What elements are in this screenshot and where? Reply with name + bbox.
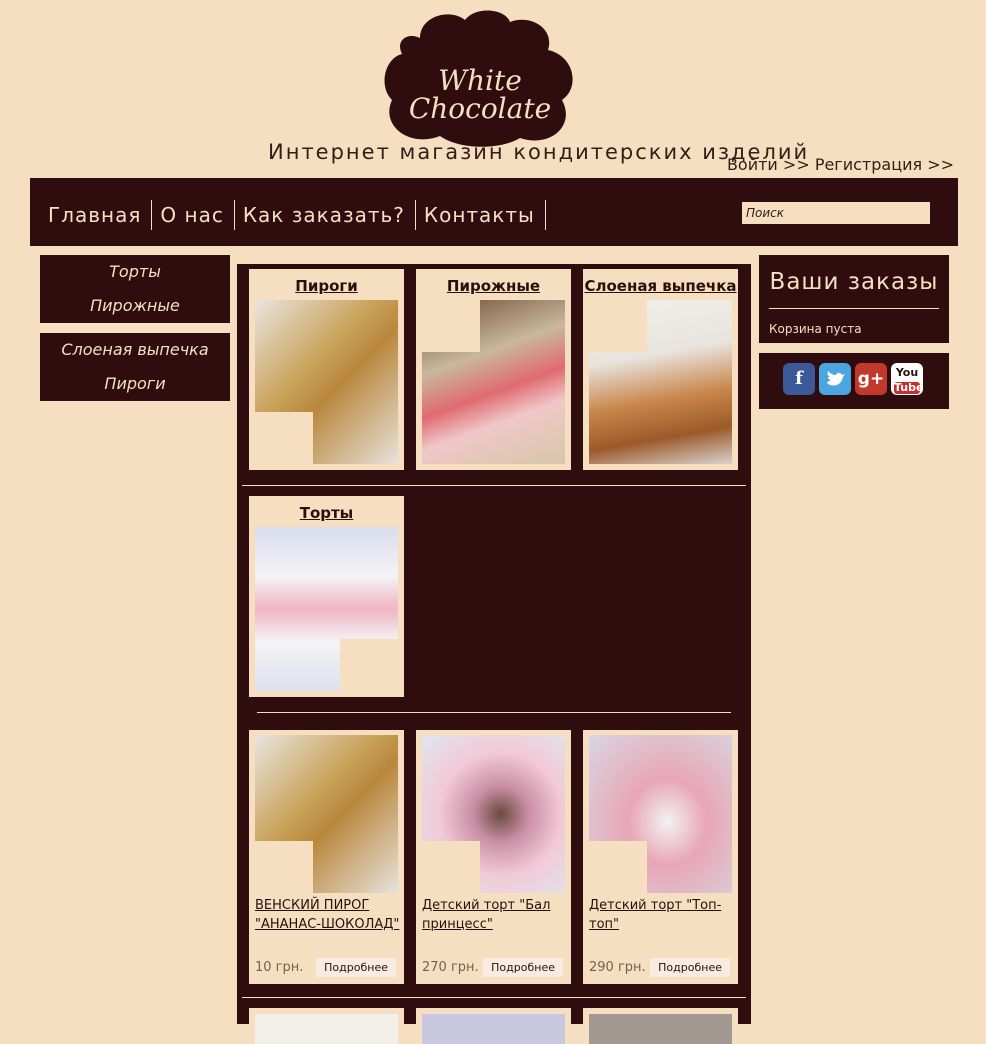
product-image[interactable]	[255, 735, 398, 893]
main-nav: Главная О нас Как заказать? Контакты	[30, 178, 958, 246]
watermark-logo-icon	[422, 300, 480, 352]
facebook-icon[interactable]: f	[783, 363, 815, 395]
divider	[769, 308, 939, 309]
category-title[interactable]: Пирожные	[416, 277, 571, 297]
search-input[interactable]	[742, 202, 930, 224]
product-name[interactable]: Детский торт "Бал принцесс"	[422, 896, 567, 934]
product-card: Детский торт "Топ-топ" 290 грн. Подробне…	[583, 730, 738, 984]
category-title[interactable]: Слоеная выпечка	[583, 277, 738, 297]
details-button[interactable]: Подробнее	[483, 958, 563, 977]
watermark-logo-icon	[589, 300, 647, 352]
product-card	[416, 1008, 571, 1044]
product-price: 10 грн.	[255, 960, 304, 975]
divider	[257, 712, 731, 713]
product-card	[583, 1008, 738, 1044]
youtube-icon-label-bottom: Tube	[894, 381, 924, 394]
auth-links: Войти >> Регистрация >>	[727, 155, 954, 174]
watermark-logo-icon	[255, 412, 313, 464]
watermark-logo-icon	[340, 639, 398, 691]
sidebar-group-2: Слоеная выпечка Пироги	[40, 333, 230, 401]
product-image[interactable]	[589, 735, 732, 893]
product-name[interactable]: ВЕНСКИЙ ПИРОГ "АНАНАС-ШОКОЛАД"	[255, 896, 400, 934]
product-image[interactable]	[255, 1014, 398, 1044]
login-link[interactable]: Войти >>	[727, 155, 810, 174]
divider	[242, 485, 746, 486]
product-price: 270 грн.	[422, 960, 479, 975]
register-link[interactable]: Регистрация >>	[815, 155, 954, 174]
orders-title: Ваши заказы	[769, 269, 939, 295]
youtube-icon[interactable]: You Tube	[891, 363, 923, 395]
logo-cloud-icon: White Chocolate	[384, 10, 573, 147]
cart-status: Корзина пуста	[769, 322, 862, 336]
sidebar-item-cakes[interactable]: Торты	[40, 255, 230, 289]
category-card-cakes[interactable]: Торты	[249, 496, 404, 697]
product-image[interactable]	[589, 1014, 732, 1044]
google-plus-icon[interactable]: g+	[855, 363, 887, 395]
logo[interactable]: White Chocolate	[380, 8, 580, 148]
details-button[interactable]: Подробнее	[316, 958, 396, 977]
sidebar-item-puff-pastry[interactable]: Слоеная выпечка	[40, 333, 230, 367]
social-panel: f g+ You Tube	[759, 353, 949, 409]
category-card-pies[interactable]: Пироги	[249, 269, 404, 470]
details-button[interactable]: Подробнее	[650, 958, 730, 977]
sidebar-item-pastries[interactable]: Пирожные	[40, 289, 230, 323]
divider	[242, 997, 746, 998]
watermark-logo-icon	[422, 841, 480, 893]
watermark-logo-icon	[589, 841, 647, 893]
product-image[interactable]	[422, 735, 565, 893]
category-title[interactable]: Пироги	[249, 277, 404, 297]
youtube-icon-label-top: You	[895, 366, 919, 379]
category-image-puff-pastry[interactable]	[589, 300, 732, 464]
category-title[interactable]: Торты	[249, 504, 404, 524]
category-image-pastries[interactable]	[422, 300, 565, 464]
nav-item-how-to-order[interactable]: Как заказать?	[235, 200, 416, 230]
main-content: Пироги Пирожные Слоеная выпечка Торты ВЕ…	[237, 264, 751, 1044]
twitter-icon[interactable]	[819, 363, 851, 395]
category-image-pies[interactable]	[255, 300, 398, 464]
category-image-cakes[interactable]	[255, 527, 398, 691]
product-card	[249, 1008, 404, 1044]
sidebar-group-1: Торты Пирожные	[40, 255, 230, 323]
category-card-pastries[interactable]: Пирожные	[416, 269, 571, 470]
logo-text-chocolate: Chocolate	[409, 92, 551, 125]
orders-panel: Ваши заказы Корзина пуста	[759, 255, 949, 343]
product-name[interactable]: Детский торт "Топ-топ"	[589, 896, 734, 934]
category-card-puff-pastry[interactable]: Слоеная выпечка	[583, 269, 738, 470]
nav-item-home[interactable]: Главная	[40, 200, 153, 230]
nav-item-contacts[interactable]: Контакты	[416, 200, 546, 230]
watermark-logo-icon	[255, 841, 313, 893]
product-image[interactable]	[422, 1014, 565, 1044]
product-card: ВЕНСКИЙ ПИРОГ "АНАНАС-ШОКОЛАД" 10 грн. П…	[249, 730, 404, 984]
product-price: 290 грн.	[589, 960, 646, 975]
product-card: Детский торт "Бал принцесс" 270 грн. Под…	[416, 730, 571, 984]
sidebar-item-pies[interactable]: Пироги	[40, 367, 230, 401]
nav-item-about[interactable]: О нас	[152, 200, 235, 230]
